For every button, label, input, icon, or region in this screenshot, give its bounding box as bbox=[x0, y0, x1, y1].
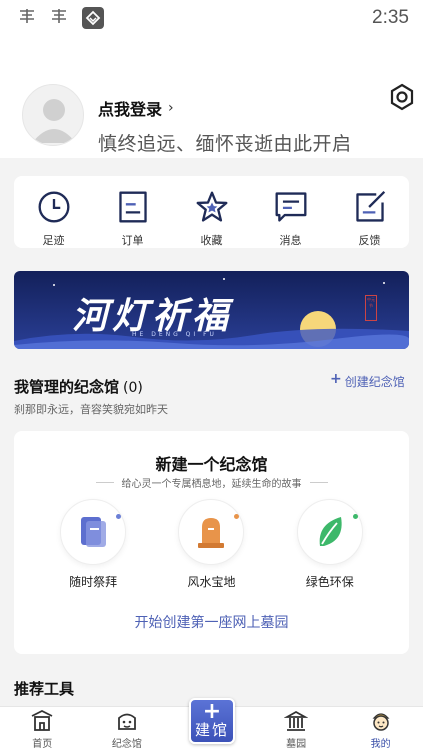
feature-item: 风水宝地 bbox=[171, 499, 251, 590]
feature-item: 绿色环保 bbox=[290, 499, 370, 590]
avatar[interactable] bbox=[22, 84, 84, 146]
quick-item-label: 消息 bbox=[279, 234, 302, 247]
login-link[interactable]: 点我登录 › bbox=[98, 96, 174, 120]
feature-dot bbox=[352, 514, 358, 519]
feature-dot bbox=[234, 514, 240, 519]
memorial-icon bbox=[117, 713, 136, 730]
feature-label: 风水宝地 bbox=[187, 575, 236, 589]
feature-dot bbox=[116, 514, 122, 519]
star-icon bbox=[196, 191, 227, 222]
tab-cemetery[interactable]: 墓园 bbox=[254, 707, 339, 752]
create-memorial-link[interactable]: + 创建纪念馆 bbox=[330, 371, 405, 390]
feature-label: 绿色环保 bbox=[305, 575, 354, 589]
divider bbox=[309, 482, 328, 483]
home-temple-icon bbox=[31, 709, 53, 731]
new-memorial-title: 新建一个纪念馆 bbox=[155, 455, 268, 474]
profile-icon bbox=[372, 713, 390, 731]
notification-icon bbox=[18, 8, 36, 28]
status-bar: 2:35 bbox=[0, 0, 423, 36]
new-memorial-subtitle-row: 给心灵一个专属栖息地，延续生命的故事 bbox=[14, 475, 409, 490]
profile-motto: 慎终追远、缅怀丧逝由此开启 bbox=[98, 133, 352, 155]
festival-banner[interactable]: 河灯祈福 HE DENG QI FU 中元节 bbox=[14, 271, 409, 349]
status-time: 2:35 bbox=[372, 7, 409, 28]
quick-item-label: 足迹 bbox=[42, 234, 65, 247]
banner-seal: 中元节 bbox=[365, 295, 377, 321]
new-memorial-subtitle: 给心灵一个专属栖息地，延续生命的故事 bbox=[121, 479, 302, 490]
feature-icon-circle bbox=[296, 499, 363, 565]
quick-item-feedback[interactable]: 反馈 bbox=[340, 190, 400, 248]
notification-icon bbox=[50, 8, 68, 28]
app-notification-icon bbox=[82, 7, 104, 29]
cemetery-icon bbox=[284, 710, 309, 731]
tab-memorial[interactable]: 纪念馆 bbox=[85, 707, 170, 752]
memorial-section-title: 我管理的纪念馆 bbox=[14, 378, 120, 396]
create-memorial-label: 创建纪念馆 bbox=[344, 375, 405, 389]
quick-actions: 足迹 订单 收藏 消息 反馈 bbox=[14, 176, 409, 248]
tombstone-icon bbox=[198, 518, 225, 548]
quick-item-label: 收藏 bbox=[200, 234, 223, 247]
build-button-label: 建馆 bbox=[194, 721, 229, 739]
new-memorial-card: 新建一个纪念馆 给心灵一个专属栖息地，延续生命的故事 随时祭拜 风水宝地 绿色环… bbox=[14, 431, 409, 654]
phone-icon bbox=[81, 517, 107, 547]
quick-item-orders[interactable]: 订单 bbox=[103, 190, 163, 248]
tab-label: 纪念馆 bbox=[111, 739, 142, 750]
recommended-tools-title: 推荐工具 bbox=[14, 680, 75, 698]
plus-icon: + bbox=[330, 371, 342, 387]
memorial-section-header: 我管理的纪念馆 (0) bbox=[14, 376, 143, 397]
feature-label: 随时祭拜 bbox=[69, 575, 118, 589]
tab-label: 我的 bbox=[370, 739, 391, 750]
message-icon bbox=[275, 192, 306, 222]
tab-profile[interactable]: 我的 bbox=[338, 707, 423, 752]
quick-item-label: 订单 bbox=[121, 234, 144, 247]
document-icon bbox=[118, 191, 147, 223]
plus-icon: + bbox=[202, 699, 222, 724]
chevron-right-icon: › bbox=[168, 100, 174, 116]
feature-icon-circle bbox=[178, 499, 245, 565]
memorial-section-subtitle: 刹那即永远，音容笑貌宛如昨天 bbox=[14, 403, 168, 416]
feature-item: 随时祭拜 bbox=[53, 499, 133, 590]
feature-icon-circle bbox=[60, 499, 127, 565]
profile-header: 点我登录 › 慎终追远、缅怀丧逝由此开启 bbox=[0, 36, 423, 158]
clock-icon bbox=[38, 191, 69, 223]
quick-item-favorites[interactable]: 收藏 bbox=[182, 190, 242, 248]
build-memorial-button[interactable]: + 建馆 bbox=[189, 698, 235, 744]
memorial-count: (0) bbox=[123, 380, 143, 396]
edit-icon bbox=[355, 190, 385, 222]
settings-icon[interactable] bbox=[387, 82, 417, 112]
tab-label: 首页 bbox=[32, 739, 53, 750]
tab-label: 墓园 bbox=[286, 739, 307, 750]
banner-subtitle: HE DENG QI FU bbox=[132, 331, 217, 338]
login-label[interactable]: 点我登录 bbox=[98, 96, 162, 120]
tab-home[interactable]: 首页 bbox=[0, 707, 85, 752]
divider bbox=[95, 482, 114, 483]
quick-item-messages[interactable]: 消息 bbox=[261, 190, 321, 248]
leaf-icon bbox=[319, 517, 342, 546]
feature-list: 随时祭拜 风水宝地 绿色环保 bbox=[14, 499, 409, 590]
start-create-link[interactable]: 开始创建第一座网上墓园 bbox=[14, 612, 409, 632]
quick-item-footprint[interactable]: 足迹 bbox=[24, 190, 84, 248]
quick-item-label: 反馈 bbox=[358, 234, 381, 247]
